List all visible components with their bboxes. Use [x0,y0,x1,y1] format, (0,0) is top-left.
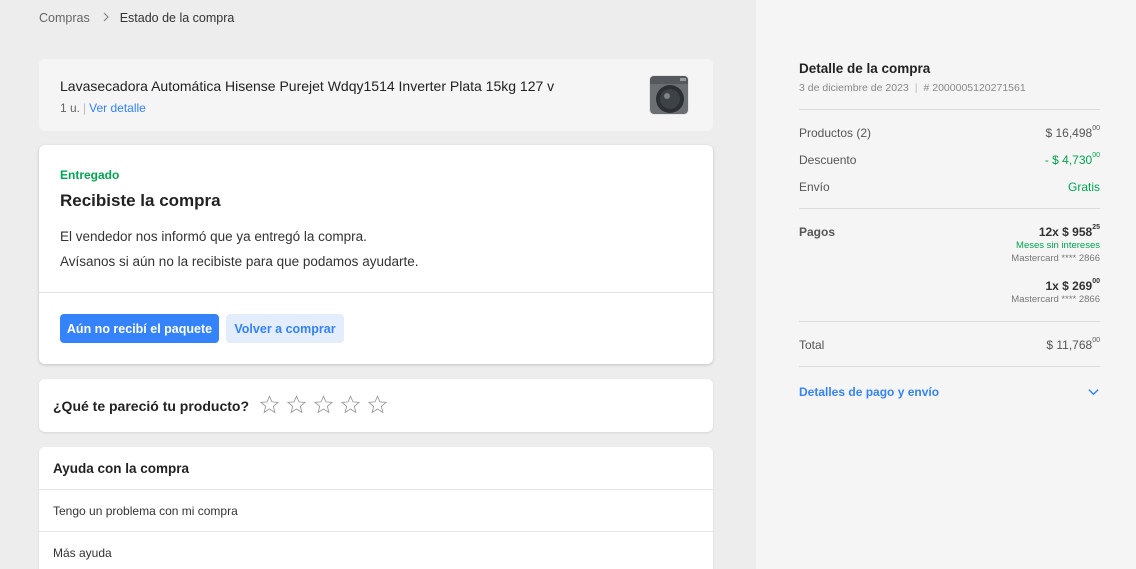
breadcrumb-current: Estado de la compra [119,11,235,25]
rating-stars [259,394,388,415]
chevron-down-icon[interactable] [1087,385,1100,398]
status-title: Recibiste la compra [60,191,221,210]
discount-amount: - $ 4,73000 [1044,152,1100,167]
shipping-value: Gratis [1067,180,1100,194]
payment-2-amount: 1x $ 26900 [1045,278,1100,293]
order-number: # 2000005120271561 [923,82,1026,94]
chevron-right-icon [102,11,110,25]
help-item-more[interactable]: Más ayuda [39,531,713,569]
payment-1-card: Mastercard **** 2866 [1011,253,1100,264]
total-amount-value: $ 11,768 [1046,338,1093,352]
total-amount: $ 11,76800 [1046,337,1100,352]
total-label: Total [799,338,825,352]
divider [799,208,1100,209]
discount-amount-value: - $ 4,730 [1044,153,1093,167]
summary-title: Detalle de la compra [799,61,931,76]
help-card: Ayuda con la compra Tengo un problema co… [39,447,713,569]
products-amount: $ 16,49800 [1045,125,1100,140]
payments-label: Pagos [799,225,836,239]
not-received-button[interactable]: Aún no recibí el paquete [60,314,219,343]
delivery-status-card: Entregado Recibiste la compra El vendedo… [39,145,713,364]
star-icon[interactable] [313,394,334,415]
payment-shipping-details-link[interactable]: Detalles de pago y envío [799,385,939,399]
star-icon[interactable] [367,394,388,415]
star-icon[interactable] [259,394,280,415]
meta-separator: | [914,82,918,94]
product-subline: 1 u. | Ver detalle [60,101,146,115]
product-title: Lavasecadora Automática Hisense Purejet … [60,78,555,94]
payment-1-amount-value: 12x $ 958 [1038,225,1093,239]
products-label: Productos (2) [799,126,872,140]
status-message-1: El vendedor nos informó que ya entregó l… [60,229,367,244]
rating-question: ¿Qué te pareció tu producto? [53,398,250,414]
discount-amount-cents: 00 [1092,152,1100,159]
status-badge: Entregado [60,168,120,182]
main-content: Compras Estado de la compra Lavasecadora… [0,0,756,569]
divider [799,109,1100,110]
washer-dryer-image [650,76,688,114]
breadcrumb: Compras Estado de la compra [39,11,234,25]
status-message-2: Avísanos si aún no la recibiste para que… [60,254,419,269]
star-icon[interactable] [286,394,307,415]
help-item-label: Más ayuda [53,546,112,560]
help-item-label: Tengo un problema con mi compra [53,504,238,518]
products-amount-value: $ 16,498 [1045,126,1093,140]
product-thumbnail[interactable] [649,75,689,115]
divider [39,292,713,293]
product-separator: | [83,101,87,115]
product-quantity: 1 u. [60,101,81,115]
discount-label: Descuento [799,153,857,167]
help-item-problem[interactable]: Tengo un problema con mi compra [39,489,713,531]
payment-2-amount-value: 1x $ 269 [1045,279,1093,293]
products-amount-cents: 00 [1092,125,1100,132]
payment-2-card: Mastercard **** 2866 [1011,294,1100,305]
star-icon[interactable] [340,394,361,415]
purchase-date: 3 de diciembre de 2023 [799,82,909,94]
buy-again-button[interactable]: Volver a comprar [226,314,344,343]
rating-card: ¿Qué te pareció tu producto? [39,379,713,432]
payment-1-note: Meses sin intereses [1016,240,1100,251]
help-title: Ayuda con la compra [53,461,190,476]
purchase-summary-panel: Detalle de la compra 3 de diciembre de 2… [756,0,1136,569]
payment-1-amount: 12x $ 95825 [1038,224,1100,239]
view-detail-link[interactable]: Ver detalle [89,101,146,115]
summary-meta: 3 de diciembre de 2023 | # 200000512027156… [799,82,1026,94]
payment-1-amount-cents: 25 [1092,224,1100,231]
payment-2-amount-cents: 00 [1092,278,1100,285]
divider [799,366,1100,367]
total-amount-cents: 00 [1092,337,1100,344]
shipping-label: Envío [799,180,830,194]
breadcrumb-compras-link[interactable]: Compras [39,11,90,25]
divider [799,321,1100,322]
product-card: Lavasecadora Automática Hisense Purejet … [39,59,713,131]
